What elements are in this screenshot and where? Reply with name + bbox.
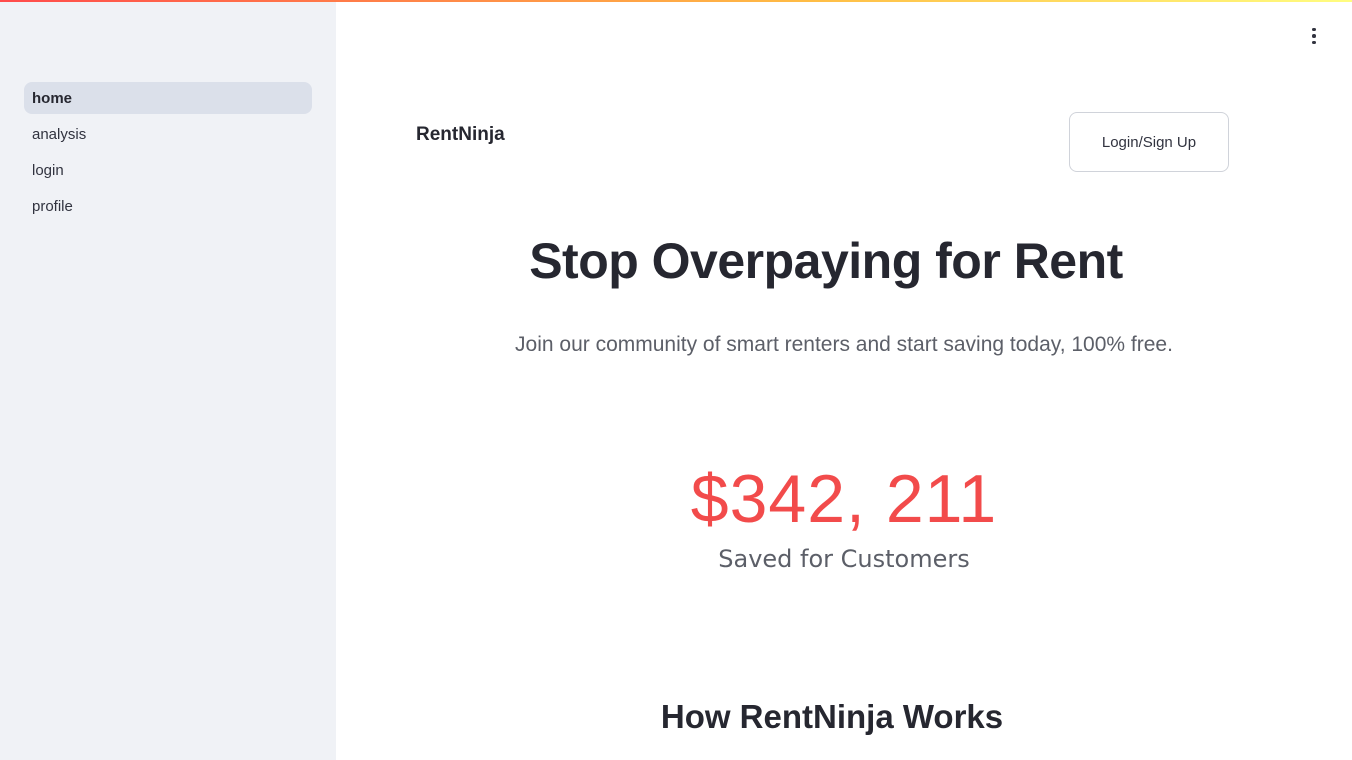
top-gradient-bar — [0, 0, 1352, 2]
sidebar-item-profile[interactable]: profile — [24, 190, 312, 222]
hero-title: Stop Overpaying for Rent — [529, 233, 1123, 289]
sidebar-item-home[interactable]: home — [24, 82, 312, 114]
login-signup-button[interactable]: Login/Sign Up — [1069, 112, 1229, 172]
menu-dot — [1312, 34, 1316, 38]
brand-title: RentNinja — [416, 124, 505, 145]
hero-subtitle: Join our community of smart renters and … — [515, 333, 1173, 356]
vertical-dots-icon[interactable] — [1302, 24, 1326, 48]
menu-dot — [1312, 40, 1316, 45]
savings-amount: $342, 211 — [690, 461, 998, 537]
sidebar-item-analysis[interactable]: analysis — [24, 118, 312, 150]
sidebar-nav: home analysis login profile — [24, 82, 312, 226]
how-it-works-heading: How RentNinja Works — [660, 698, 1004, 735]
sidebar-item-login[interactable]: login — [24, 154, 312, 186]
sidebar: home analysis login profile — [0, 0, 336, 760]
main-content: RentNinja Login/Sign Up Stop Overpaying … — [336, 0, 1352, 760]
menu-dot — [1312, 27, 1316, 32]
savings-label: Saved for Customers — [718, 545, 970, 573]
